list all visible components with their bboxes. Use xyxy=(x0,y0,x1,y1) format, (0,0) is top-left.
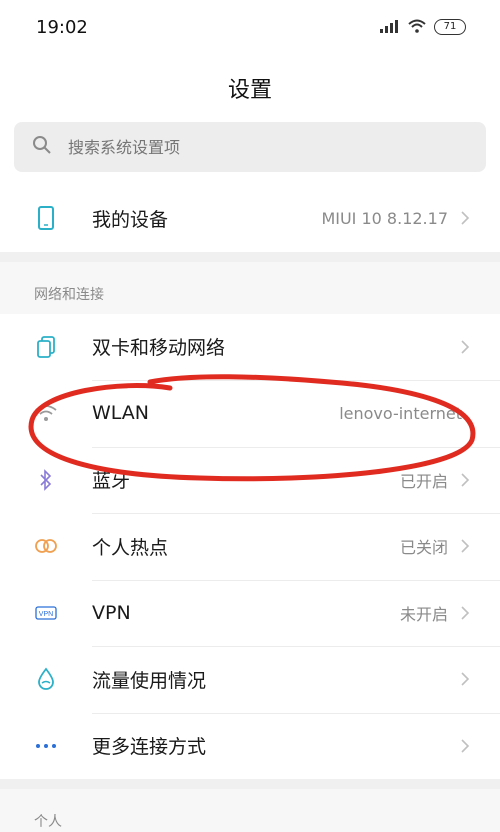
row-label: 双卡和移动网络 xyxy=(92,337,226,360)
device-card: 我的设备 MIUI 10 8.12.17 xyxy=(0,185,500,252)
battery-icon: 71 xyxy=(434,19,466,35)
chevron-right-icon xyxy=(460,604,474,622)
row-label: 个人热点 xyxy=(92,536,169,559)
row-label: 更多连接方式 xyxy=(92,736,207,759)
page-title: 设置 xyxy=(227,78,272,103)
chevron-right-icon xyxy=(460,338,474,356)
bluetooth-icon xyxy=(34,468,58,492)
section-gap xyxy=(0,251,500,262)
search-bar[interactable] xyxy=(14,122,486,172)
row-dual-sim[interactable]: 双卡和移动网络 xyxy=(0,314,500,381)
row-label: 蓝牙 xyxy=(92,470,131,493)
vpn-icon: VPN xyxy=(34,601,58,625)
row-value: 未开启 xyxy=(399,604,448,624)
header-area: 19:02 71 设置 xyxy=(0,0,500,185)
row-label: 流量使用情况 xyxy=(92,669,207,692)
row-value: lenovo-internet xyxy=(339,403,462,423)
status-time: 19:02 xyxy=(36,16,88,38)
wifi-icon xyxy=(34,401,58,425)
phone-icon xyxy=(34,206,58,231)
row-value: MIUI 10 8.12.17 xyxy=(321,208,448,228)
wifi-status-icon xyxy=(408,18,426,37)
sim-card-icon xyxy=(34,335,58,359)
row-wlan[interactable]: WLAN lenovo-internet xyxy=(0,380,500,447)
row-label: 我的设备 xyxy=(92,208,169,231)
row-label: WLAN xyxy=(92,402,150,425)
row-more-connections[interactable]: 更多连接方式 xyxy=(0,712,500,780)
row-label: VPN xyxy=(92,601,131,624)
row-value: 已关闭 xyxy=(399,538,448,558)
chevron-right-icon xyxy=(460,670,474,688)
chevron-right-icon xyxy=(460,471,474,489)
row-hotspot[interactable]: 个人热点 已关闭 xyxy=(0,513,500,580)
section-header-personal: 个人 xyxy=(0,789,500,832)
row-vpn[interactable]: VPN VPN 未开启 xyxy=(0,579,500,647)
search-icon xyxy=(32,135,52,159)
status-bar: 19:02 71 xyxy=(0,0,500,54)
chevron-right-icon xyxy=(460,737,474,755)
row-data-usage[interactable]: 流量使用情况 xyxy=(0,646,500,713)
section-header-network: 网络和连接 xyxy=(0,261,500,314)
hotspot-icon xyxy=(34,534,58,558)
search-input[interactable] xyxy=(68,137,448,157)
row-bluetooth[interactable]: 蓝牙 已开启 xyxy=(0,446,500,514)
more-icon xyxy=(34,734,58,758)
network-card: 双卡和移动网络 WLAN lenovo-internet 蓝牙 已开启 个人热点… xyxy=(0,313,500,780)
signal-icon xyxy=(380,18,400,37)
svg-text:VPN: VPN xyxy=(39,611,53,618)
row-my-device[interactable]: 我的设备 MIUI 10 8.12.17 xyxy=(0,185,500,252)
section-gap xyxy=(0,779,500,789)
chevron-right-icon xyxy=(460,537,474,555)
chevron-right-icon xyxy=(460,209,474,227)
status-icons: 71 xyxy=(380,18,466,37)
data-usage-icon xyxy=(34,667,58,691)
row-value: 已开启 xyxy=(399,471,448,491)
